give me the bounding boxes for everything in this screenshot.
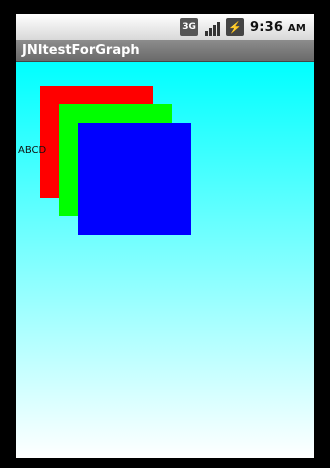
graphics-canvas: ABCD xyxy=(16,62,314,458)
network-3g-icon: 3G xyxy=(180,18,199,36)
signal-icon xyxy=(202,18,222,36)
canvas-text-label: ABCD xyxy=(18,145,47,156)
blue-square xyxy=(78,123,191,235)
app-title: JNItestForGraph xyxy=(22,43,140,58)
device-screen: 3G ⚡ 9:36 AM JNItestForGraph ABCD xyxy=(0,0,330,468)
title-bar: JNItestForGraph xyxy=(16,40,314,62)
battery-icon: ⚡ xyxy=(226,18,245,36)
clock-am-pm: AM xyxy=(287,22,306,34)
status-bar: 3G ⚡ 9:36 AM xyxy=(16,14,314,40)
clock-time: 9:36 xyxy=(250,19,284,35)
clock: 9:36 AM xyxy=(250,20,306,35)
